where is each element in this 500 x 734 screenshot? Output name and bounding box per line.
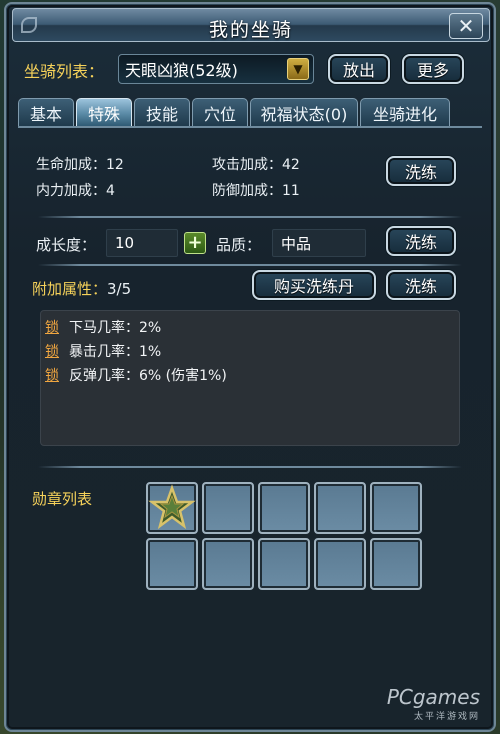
mount-window: 我的坐骑 ✕ 坐骑列表： 天眼凶狼(52级) ▼ 放出 更多 基本 特殊 技能 …	[4, 2, 496, 732]
tab-evolution[interactable]: 坐骑进化	[360, 98, 450, 126]
extra-attributes-panel: 锁下马几率：2% 锁暴击几率：1% 锁反弹几率：6% (伤害1%)	[40, 310, 460, 446]
divider	[38, 466, 462, 468]
hp-bonus-value: 12	[106, 157, 124, 173]
tab-acupoints[interactable]: 穴位	[192, 98, 248, 126]
tab-evolution-label: 坐骑进化	[372, 104, 437, 124]
medal-slot[interactable]	[314, 538, 366, 590]
watermark-brand: PCgames	[386, 685, 480, 709]
mount-list-row: 坐骑列表：	[24, 56, 104, 84]
attribute-text: 下马几率：2%	[69, 320, 162, 336]
list-item: 锁下马几率：2%	[45, 317, 161, 337]
tab-special[interactable]: 特殊	[76, 98, 132, 126]
attack-bonus: 攻击加成：42	[212, 154, 300, 174]
refine-bonus-button[interactable]: 洗练	[386, 156, 456, 186]
tab-basic[interactable]: 基本	[18, 98, 74, 126]
medal-slot[interactable]	[314, 482, 366, 534]
medal-grid	[146, 482, 426, 592]
chevron-down-icon[interactable]: ▼	[287, 58, 309, 80]
extra-attributes-title: 附加属性：	[32, 280, 108, 298]
hp-bonus: 生命加成：12	[36, 154, 124, 174]
medal-slot[interactable]	[370, 538, 422, 590]
buy-refine-pill-button-label: 购买洗练丹	[273, 277, 354, 296]
divider	[38, 216, 462, 218]
release-button[interactable]: 放出	[328, 54, 390, 84]
defense-bonus-value: 11	[282, 183, 300, 199]
release-button-label: 放出	[342, 61, 375, 80]
refine-attributes-button[interactable]: 洗练	[386, 270, 456, 300]
mount-dropdown[interactable]: 天眼凶狼(52级) ▼	[118, 54, 314, 84]
refine-growth-button-label: 洗练	[404, 233, 437, 252]
tab-skills-label: 技能	[145, 104, 178, 124]
divider	[38, 264, 462, 266]
add-growth-button[interactable]: +	[184, 232, 206, 254]
mp-bonus-value: 4	[106, 183, 115, 199]
more-button-label: 更多	[416, 61, 449, 80]
mount-dropdown-value: 天眼凶狼(52级)	[125, 61, 238, 80]
title-bar[interactable]: 我的坐骑 ✕	[12, 8, 490, 42]
watermark-sub: 太平洋游戏网	[413, 712, 480, 722]
refine-bonus-button-label: 洗练	[404, 163, 437, 182]
close-button[interactable]: ✕	[449, 13, 483, 39]
attack-bonus-label: 攻击加成：	[212, 157, 282, 173]
tab-acupoints-label: 穴位	[203, 104, 236, 124]
mp-bonus-label: 内力加成：	[36, 183, 106, 199]
medal-slot[interactable]	[202, 538, 254, 590]
medal-list-label: 勋章列表	[32, 490, 93, 508]
refine-attributes-button-label: 洗练	[404, 277, 437, 296]
window-title: 我的坐骑	[208, 19, 293, 41]
medal-slot[interactable]	[146, 538, 198, 590]
list-item: 锁暴击几率：1%	[45, 341, 161, 361]
defense-bonus: 防御加成：11	[212, 180, 300, 200]
star-medal-icon	[148, 484, 196, 530]
tab-basic-label: 基本	[29, 104, 62, 124]
more-button[interactable]: 更多	[402, 54, 464, 84]
growth-label: 成长度：	[36, 236, 97, 254]
quality-value-field: 中品	[272, 229, 366, 257]
lock-link[interactable]: 锁	[45, 368, 59, 384]
growth-value-field: 10	[106, 229, 178, 257]
medal-slot[interactable]	[146, 482, 198, 534]
tab-skills[interactable]: 技能	[134, 98, 190, 126]
attribute-text: 暴击几率：1%	[69, 344, 162, 360]
tab-blessing[interactable]: 祝福状态(0)	[250, 98, 358, 126]
mp-bonus: 内力加成：4	[36, 180, 115, 200]
hp-bonus-label: 生命加成：	[36, 157, 106, 173]
medal-slot[interactable]	[202, 482, 254, 534]
growth-value: 10	[115, 234, 135, 252]
tab-bar: 基本 特殊 技能 穴位 祝福状态(0) 坐骑进化	[18, 98, 450, 126]
medal-slot[interactable]	[370, 482, 422, 534]
buy-refine-pill-button[interactable]: 购买洗练丹	[252, 270, 376, 300]
extra-attributes-count: 3/5	[107, 280, 132, 298]
medal-slot[interactable]	[258, 538, 310, 590]
quality-label: 品质：	[216, 236, 262, 254]
lock-link[interactable]: 锁	[45, 320, 59, 336]
attack-bonus-value: 42	[282, 157, 300, 173]
defense-bonus-label: 防御加成：	[212, 183, 282, 199]
quality-value: 中品	[281, 234, 312, 253]
refine-growth-button[interactable]: 洗练	[386, 226, 456, 256]
list-item: 锁反弹几率：6% (伤害1%)	[45, 365, 227, 385]
tab-divider	[18, 126, 482, 128]
tab-special-label: 特殊	[87, 104, 120, 124]
watermark: PCgames 太平洋游戏网	[387, 685, 480, 722]
lock-link[interactable]: 锁	[45, 344, 59, 360]
mount-list-label: 坐骑列表：	[24, 62, 105, 81]
extra-attributes-label: 附加属性：3/5	[32, 278, 131, 299]
tab-blessing-label: 祝福状态(0)	[260, 104, 348, 124]
medal-slot[interactable]	[258, 482, 310, 534]
attribute-text: 反弹几率：6% (伤害1%)	[69, 368, 227, 384]
close-icon: ✕	[457, 14, 475, 38]
